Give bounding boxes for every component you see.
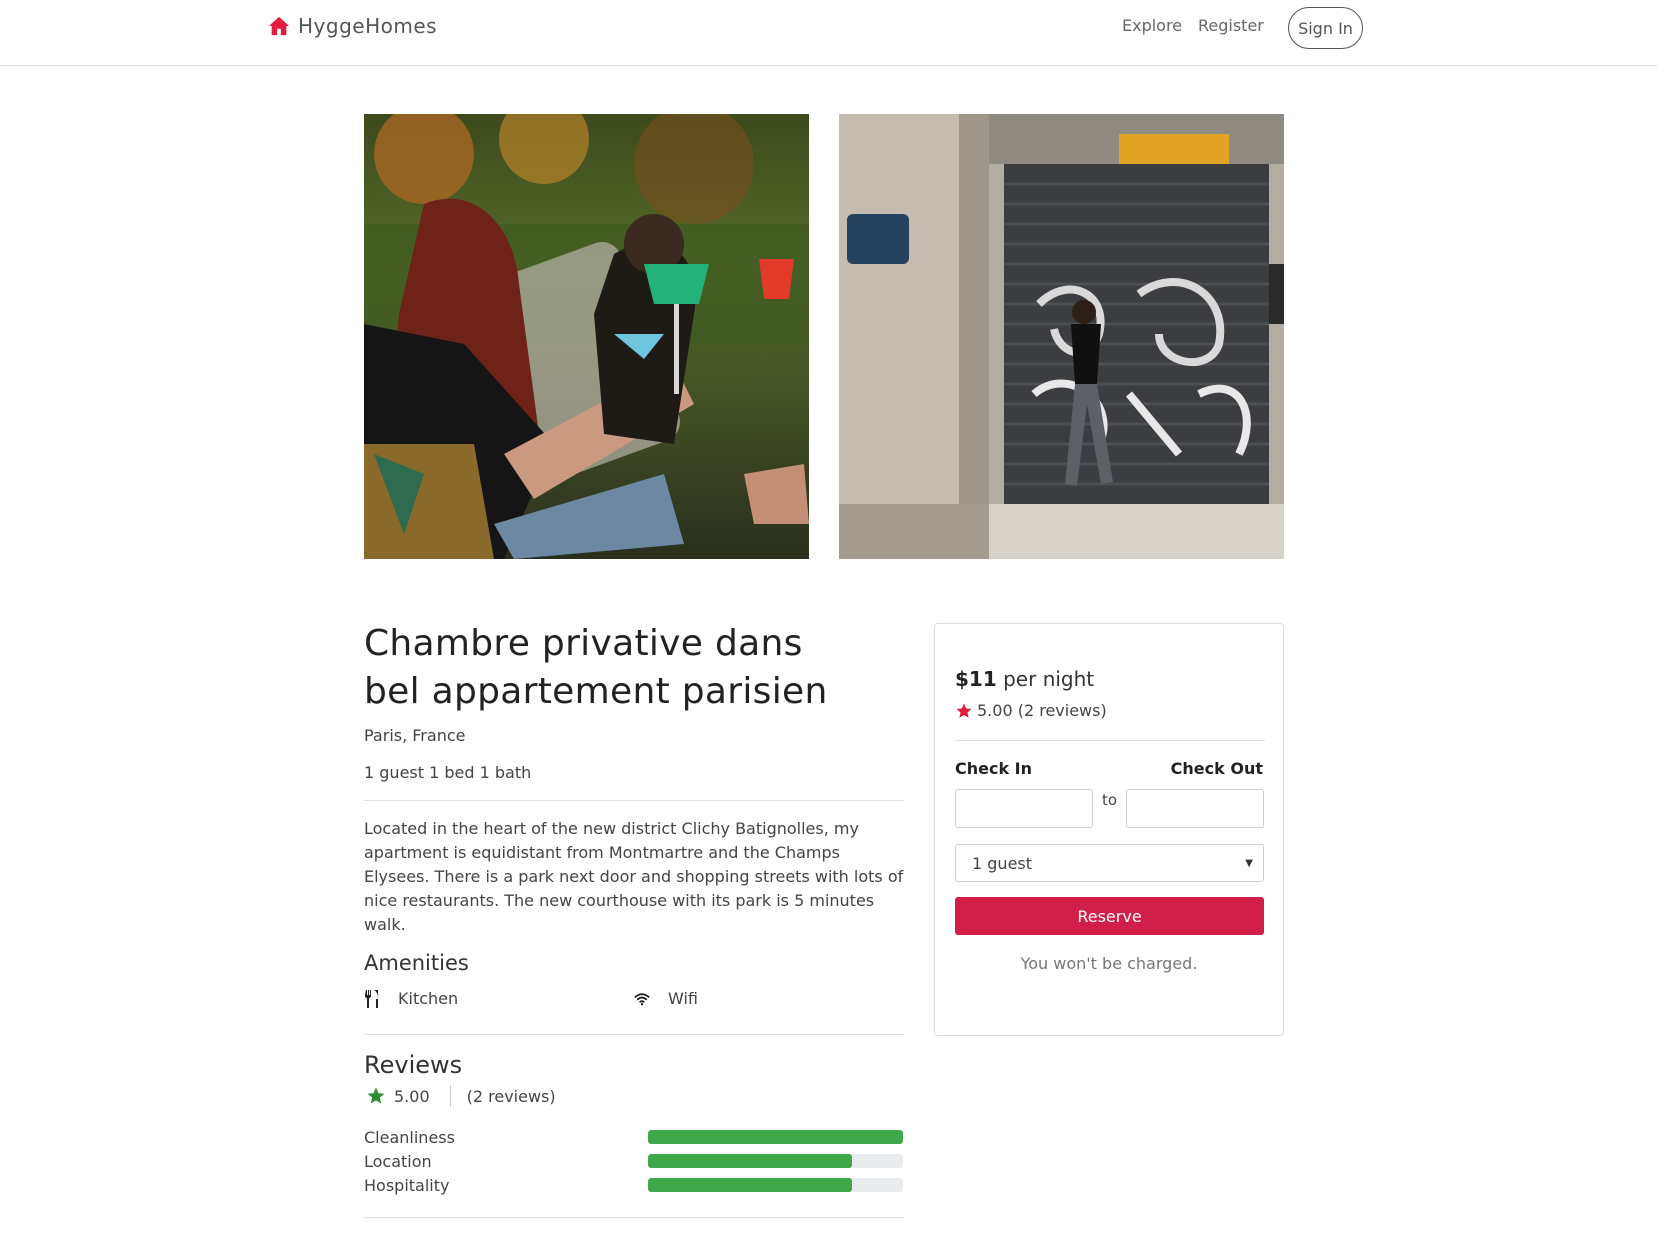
amenities-title: Amenities	[364, 951, 469, 975]
rating-bar-fill	[648, 1130, 903, 1144]
amenity-kitchen: Kitchen	[364, 989, 634, 1008]
brand-name: HyggeHomes	[298, 14, 438, 38]
category-label: Hospitality	[364, 1175, 450, 1195]
rating-category-location: Location	[364, 1149, 904, 1173]
bath-count: 1 bath	[479, 763, 532, 782]
wifi-icon	[634, 992, 650, 1005]
amenity-label: Kitchen	[398, 989, 459, 1008]
nav-explore-link[interactable]: Explore	[1122, 16, 1182, 35]
reviews-summary: 5.00 (2 reviews)	[364, 1085, 904, 1107]
guests-select-value: 1 guest	[972, 853, 1033, 873]
check-out-input[interactable]	[1126, 789, 1264, 828]
home-icon	[268, 16, 290, 36]
divider	[364, 1217, 904, 1218]
listing-description: Located in the heart of the new district…	[364, 819, 904, 934]
divider	[364, 800, 904, 801]
category-label: Cleanliness	[364, 1127, 455, 1147]
reserve-button[interactable]: Reserve	[955, 897, 1264, 935]
rating-category-hospitality: Hospitality	[364, 1173, 904, 1197]
check-in-label: Check In	[955, 759, 1033, 778]
price-per-night: $11 per night	[955, 667, 1094, 691]
sign-in-button[interactable]: Sign In	[1288, 7, 1363, 49]
booking-rating-text: 5.00 (2 reviews)	[977, 701, 1107, 720]
divider	[364, 1034, 904, 1035]
price-amount: $11	[955, 667, 997, 691]
listing-title-line-2: bel appartement parisien	[364, 671, 828, 712]
amenities-list: Kitchen Wifi	[364, 989, 904, 1008]
reviews-count: (2 reviews)	[466, 1086, 556, 1106]
category-label: Location	[364, 1151, 432, 1171]
rating-category-cleanliness: Cleanliness	[364, 1125, 904, 1149]
date-range-separator: to	[1102, 791, 1118, 809]
brand[interactable]: HyggeHomes	[268, 14, 437, 38]
guests-select[interactable]: 1 guest ▼	[955, 844, 1264, 882]
listing-title-line-1: Chambre privative dans	[364, 623, 803, 664]
check-in-input[interactable]	[955, 789, 1093, 828]
listing-specs: 1 guest 1 bed 1 bath	[364, 763, 904, 782]
photo-street-graffiti-icon	[839, 114, 1284, 559]
amenity-wifi: Wifi	[634, 989, 904, 1008]
listing-location: Paris, France	[364, 726, 466, 745]
rating-bar	[648, 1154, 903, 1168]
price-unit: per night	[1003, 667, 1095, 691]
listing-details: Chambre privative dans bel appartement p…	[364, 620, 904, 1218]
nav-register-link[interactable]: Register	[1198, 16, 1264, 35]
divider	[955, 740, 1265, 741]
bed-count: 1 bed	[429, 763, 475, 782]
check-out-label: Check Out	[1170, 759, 1263, 778]
reviews-title: Reviews	[364, 1051, 463, 1079]
rating-bar-fill	[648, 1178, 852, 1192]
separator	[449, 1085, 451, 1107]
listing-title: Chambre privative dans bel appartement p…	[364, 620, 904, 716]
rating-bar-fill	[648, 1154, 852, 1168]
guest-count: 1 guest	[364, 763, 425, 782]
navbar: HyggeHomes Explore Register Sign In	[0, 0, 1657, 66]
star-icon	[367, 1087, 385, 1104]
booking-card: $11 per night 5.00 (2 reviews) Check In …	[934, 623, 1284, 1036]
amenity-label: Wifi	[668, 989, 698, 1008]
star-icon	[956, 703, 972, 718]
booking-rating: 5.00 (2 reviews)	[955, 701, 1107, 720]
rating-categories: Cleanliness Location Hospitality	[364, 1125, 904, 1197]
reviews-score: 5.00	[394, 1086, 430, 1106]
caret-down-icon: ▼	[1245, 857, 1253, 869]
listing-photo-2[interactable]	[839, 114, 1284, 559]
not-charged-note: You won't be charged.	[1020, 954, 1198, 973]
photo-party-drinks-icon	[364, 114, 809, 559]
rating-bar	[648, 1130, 903, 1144]
listing-photo-1[interactable]	[364, 114, 809, 559]
rating-bar	[648, 1178, 903, 1192]
utensils-icon	[365, 989, 378, 1008]
